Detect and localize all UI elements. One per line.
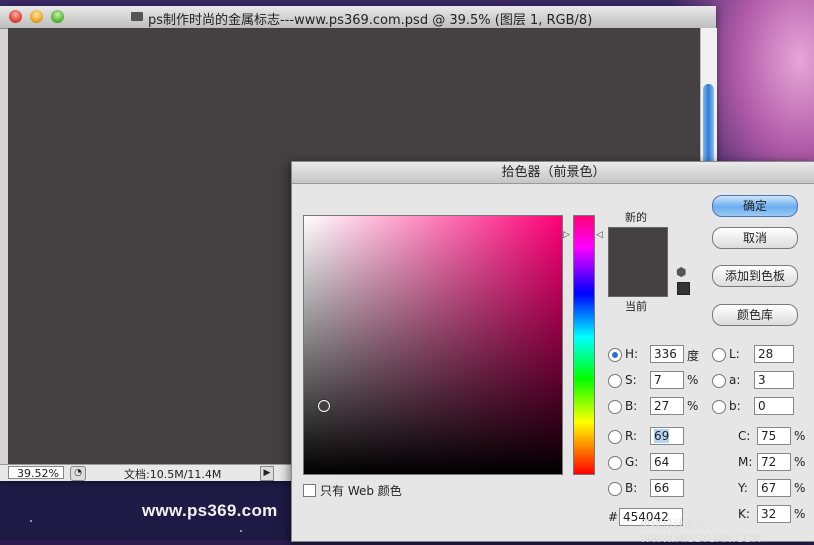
radio-r[interactable] (608, 430, 622, 444)
document-size-info: 文档:10.5M/11.4M (124, 468, 222, 481)
radio-b[interactable] (608, 400, 622, 414)
status-menu-arrow-icon[interactable]: ▶ (260, 466, 274, 481)
zoom-window-icon[interactable] (51, 10, 64, 23)
star (30, 520, 32, 522)
only-web-colors-checkbox[interactable] (303, 484, 316, 497)
navigator-icon[interactable]: ◔ (70, 466, 86, 481)
minimize-window-icon[interactable] (30, 10, 43, 23)
status-bar: 39.52% ◔ 文档:10.5M/11.4M ▶ (0, 464, 300, 481)
document-proxy-icon (131, 12, 143, 21)
web-safe-swatch-icon[interactable] (677, 282, 690, 295)
unit-h: 度 (687, 349, 700, 363)
label-b: B: (625, 399, 638, 413)
unit-s: % (687, 373, 699, 387)
window-title: ps制作时尚的金属标志---www.ps369.com.psd @ 39.5% … (148, 13, 593, 28)
label-lab-b: b: (729, 399, 741, 413)
label-y: Y: (738, 481, 748, 495)
radio-h[interactable] (608, 348, 622, 362)
star (240, 530, 242, 532)
label-r: R: (625, 429, 638, 443)
cancel-button[interactable]: 取消 (712, 227, 798, 249)
hue-slider-right-arrow-icon[interactable]: ◁ (596, 230, 603, 240)
gamut-cube-icon[interactable]: ⬢ (676, 265, 686, 279)
hue-slider[interactable] (573, 215, 595, 475)
input-lab-b[interactable]: 0 (754, 397, 794, 415)
label-m: M: (738, 455, 753, 469)
input-g[interactable]: 64 (650, 453, 684, 471)
close-window-icon[interactable] (9, 10, 22, 23)
ok-button[interactable]: 确定 (712, 195, 798, 217)
add-to-swatches-button[interactable]: 添加到色板 (712, 265, 798, 287)
input-r[interactable]: 69 (650, 427, 684, 445)
watermark-text: 思缘设计论坛 WWW.MISSYUAN.COM (640, 518, 762, 545)
label-g: G: (625, 455, 639, 469)
current-color-label: 当前 (625, 300, 647, 313)
input-blue[interactable]: 66 (650, 479, 684, 497)
window-titlebar[interactable]: ps制作时尚的金属标志---www.ps369.com.psd @ 39.5% … (0, 6, 716, 29)
radio-a[interactable] (712, 374, 726, 388)
label-s: S: (625, 373, 637, 387)
input-b[interactable]: 27 (650, 397, 684, 415)
saturation-brightness-field[interactable] (303, 215, 563, 475)
input-s[interactable]: 7 (650, 371, 684, 389)
color-libraries-button[interactable]: 颜色库 (712, 304, 798, 326)
radio-blue[interactable] (608, 482, 622, 496)
label-l: L: (729, 347, 740, 361)
unit-c: % (794, 429, 806, 443)
input-c[interactable]: 75 (757, 427, 791, 445)
input-l[interactable]: 28 (754, 345, 794, 363)
unit-y: % (794, 481, 806, 495)
input-h[interactable]: 336 (650, 345, 684, 363)
color-picker-dialog: 拾色器（前景色） ▷ ◁ 新的 当前 ⬢ 确定 取消 添加到色板 颜色库 H: … (291, 161, 814, 542)
unit-b: % (687, 399, 699, 413)
unit-m: % (794, 455, 806, 469)
input-m[interactable]: 72 (757, 453, 791, 471)
label-a: a: (729, 373, 741, 387)
color-field-cursor[interactable] (318, 400, 330, 412)
input-a[interactable]: 3 (754, 371, 794, 389)
radio-lab-b[interactable] (712, 400, 726, 414)
label-blue: B: (625, 481, 638, 495)
color-preview-swatch (608, 227, 668, 297)
dialog-title: 拾色器（前景色） (292, 162, 814, 184)
new-color-label: 新的 (625, 211, 647, 224)
zoom-level-field[interactable]: 39.52% (8, 466, 64, 480)
input-y[interactable]: 67 (757, 479, 791, 497)
hue-slider-left-arrow-icon[interactable]: ▷ (563, 230, 570, 240)
input-r-value: 69 (654, 429, 670, 443)
hex-label: # (608, 510, 619, 524)
radio-l[interactable] (712, 348, 726, 362)
radio-g[interactable] (608, 456, 622, 470)
label-h: H: (625, 347, 639, 361)
only-web-colors-label: 只有 Web 颜色 (320, 484, 402, 498)
label-c: C: (738, 429, 751, 443)
radio-s[interactable] (608, 374, 622, 388)
site-url-text: www.ps369.com (142, 501, 278, 520)
